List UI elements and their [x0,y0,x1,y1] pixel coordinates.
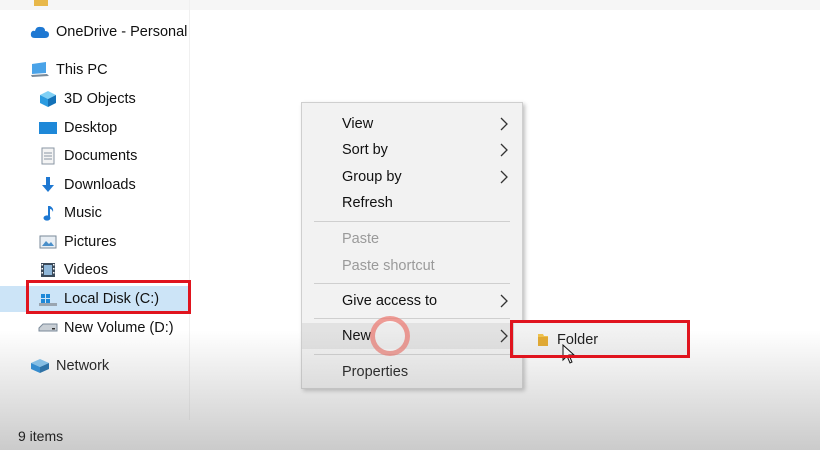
menu-item-view[interactable]: View [302,111,522,137]
nav-item-label: Desktop [64,120,118,136]
nav-item-label: Local Disk (C:) [64,291,160,307]
nav-item-new-volume-d[interactable]: New Volume (D:) [0,315,190,341]
nav-item-label: 3D Objects [64,91,136,107]
document-icon [38,147,58,165]
cloud-icon [30,23,50,41]
status-item-count: 9 items [18,428,64,444]
menu-item-refresh[interactable]: Refresh [302,190,522,216]
desktop-icon [38,119,58,137]
nav-item-label: New Volume (D:) [64,320,174,336]
drive-icon [38,319,58,337]
nav-item-desktop[interactable]: Desktop [0,115,190,141]
nav-item-videos[interactable]: Videos [0,257,190,283]
nav-item-label: Downloads [64,177,136,193]
nav-item-local-disk-c[interactable]: Local Disk (C:) [0,286,190,312]
nav-item-documents[interactable]: Documents [0,143,190,169]
menu-item-group-by[interactable]: Group by [302,164,522,190]
submenu-item-label: Folder [557,332,599,348]
nav-item-network[interactable]: Network [0,353,190,379]
menu-item-label: Properties [342,364,409,380]
menu-item-label: View [342,116,374,132]
menu-item-new[interactable]: New [302,323,522,349]
menu-item-label: Give access to [342,293,438,309]
chevron-right-icon [500,294,508,308]
menu-item-label: Refresh [342,195,393,211]
menu-item-label: Sort by [342,142,388,158]
submenu-item-folder[interactable]: Folder [520,327,688,353]
film-icon [38,261,58,279]
nav-item-this-pc[interactable]: This PC [0,57,190,83]
nav-item-label: Pictures [64,234,117,250]
menu-item-label: Paste shortcut [342,258,435,274]
context-menu: View Sort by Group by Refresh Paste Past… [301,102,523,389]
menu-separator [314,221,510,222]
menu-separator [314,354,510,355]
folder-icon [538,334,548,346]
menu-item-paste[interactable]: Paste [302,226,522,252]
new-submenu: Folder [513,320,690,358]
navigation-pane: OneDrive - Personal This PC 3D Objects D… [0,0,190,420]
nav-item-downloads[interactable]: Downloads [0,172,190,198]
download-arrow-icon [38,176,58,194]
menu-separator [314,318,510,319]
nav-item-label: This PC [56,62,108,78]
nav-item-label: Videos [64,262,109,278]
music-note-icon [38,204,58,222]
menu-item-sort-by[interactable]: Sort by [302,137,522,163]
nav-item-3d-objects[interactable]: 3D Objects [0,86,190,112]
menu-item-properties[interactable]: Properties [302,359,522,385]
chevron-right-icon [500,329,508,343]
menu-item-label: Paste [342,231,380,247]
nav-item-onedrive[interactable]: OneDrive - Personal [0,19,190,45]
menu-separator [314,283,510,284]
menu-item-paste-shortcut[interactable]: Paste shortcut [302,253,522,279]
picture-icon [38,233,58,251]
nav-item-label: Documents [64,148,138,164]
nav-item-label: Network [56,358,110,374]
nav-item-label: Music [64,205,102,221]
cube-icon [38,90,58,108]
menu-item-give-access-to[interactable]: Give access to [302,288,522,314]
nav-item-pictures[interactable]: Pictures [0,229,190,255]
chevron-right-icon [500,143,508,157]
nav-item-label: OneDrive - Personal [56,24,188,40]
windows-drive-icon [38,290,58,308]
chevron-right-icon [500,117,508,131]
menu-item-label: Group by [342,169,402,185]
computer-icon [30,61,50,79]
network-icon [30,357,50,375]
menu-item-label: New [342,328,372,344]
nav-item-music[interactable]: Music [0,200,190,226]
chevron-right-icon [500,170,508,184]
